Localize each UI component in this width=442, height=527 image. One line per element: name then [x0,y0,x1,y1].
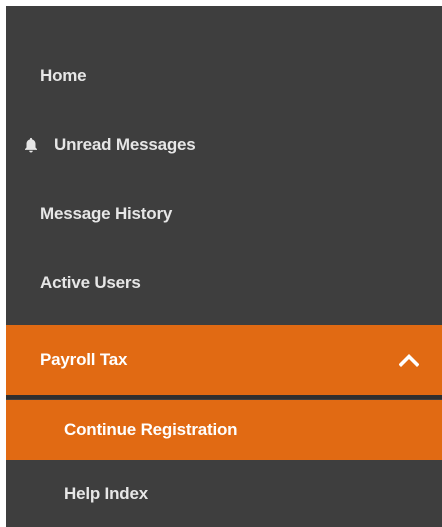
sidebar-nav: Home Unread Messages Message History Act… [6,6,442,527]
submenu-divider [6,395,442,399]
submenu-item-label: Help Index [64,484,148,503]
sidebar-item-message-history[interactable]: Message History [6,186,442,242]
submenu-item-help-index[interactable]: Help Index [6,468,442,520]
bell-icon [20,134,42,156]
sidebar-item-unread-messages[interactable]: Unread Messages [6,117,442,173]
sidebar-item-label: Message History [40,204,173,223]
sidebar-item-home[interactable]: Home [6,48,442,104]
submenu-item-continue-registration[interactable]: Continue Registration [6,400,442,460]
sidebar-item-label: Payroll Tax [40,350,128,369]
sidebar-item-active-users[interactable]: Active Users [6,255,442,311]
sidebar-item-label: Active Users [40,273,141,292]
sidebar-item-label: Unread Messages [54,135,196,154]
chevron-up-icon[interactable] [398,349,420,371]
sidebar-item-label: Home [40,66,87,85]
submenu-item-label: Continue Registration [64,420,238,439]
sidebar-item-payroll-tax[interactable]: Payroll Tax [6,325,442,395]
